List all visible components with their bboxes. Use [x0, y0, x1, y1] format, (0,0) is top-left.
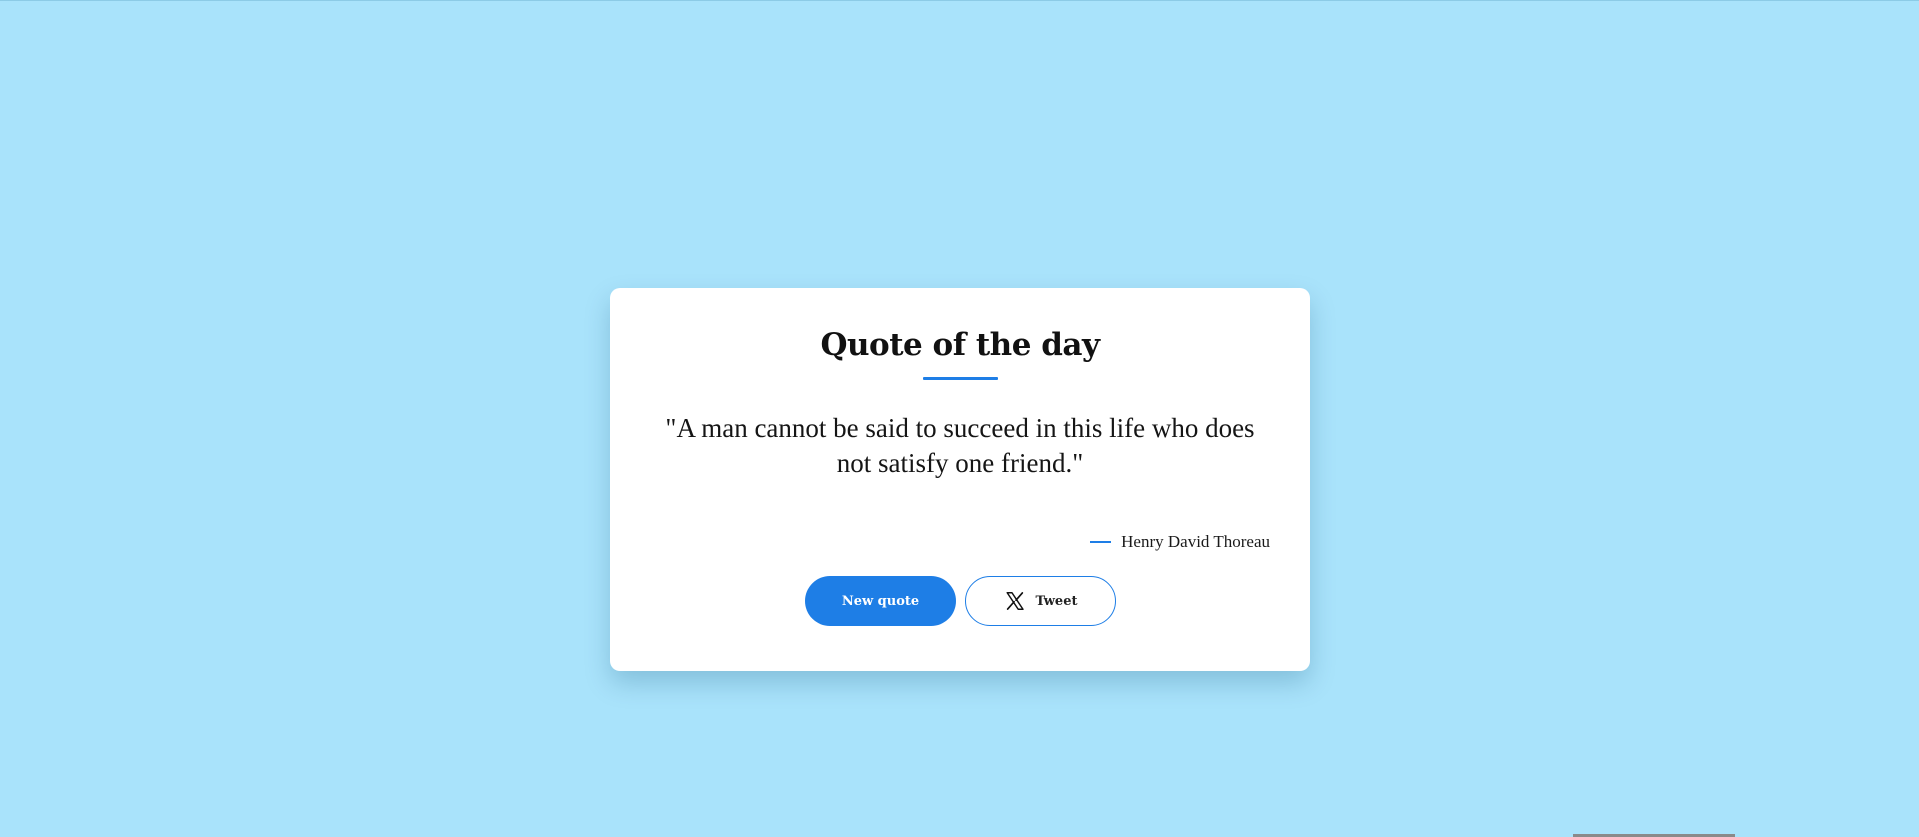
card-title: Quote of the day: [820, 327, 1100, 363]
quote-text: "A man cannot be said to succeed in this…: [665, 413, 1255, 478]
quote-card: Quote of the day "A man cannot be said t…: [610, 288, 1310, 671]
new-quote-button[interactable]: New quote: [805, 576, 956, 626]
author-dash: [1090, 541, 1112, 543]
title-underline: [923, 377, 998, 380]
tweet-button[interactable]: Tweet: [965, 576, 1116, 626]
tweet-label: Tweet: [1035, 593, 1078, 609]
new-quote-label: New quote: [841, 593, 920, 609]
x-logo-icon: [1004, 590, 1026, 612]
author-name: Henry David Thoreau: [1121, 532, 1270, 551]
top-border: [0, 0, 1919, 1]
author-line: Henry David Thoreau: [1090, 532, 1270, 552]
